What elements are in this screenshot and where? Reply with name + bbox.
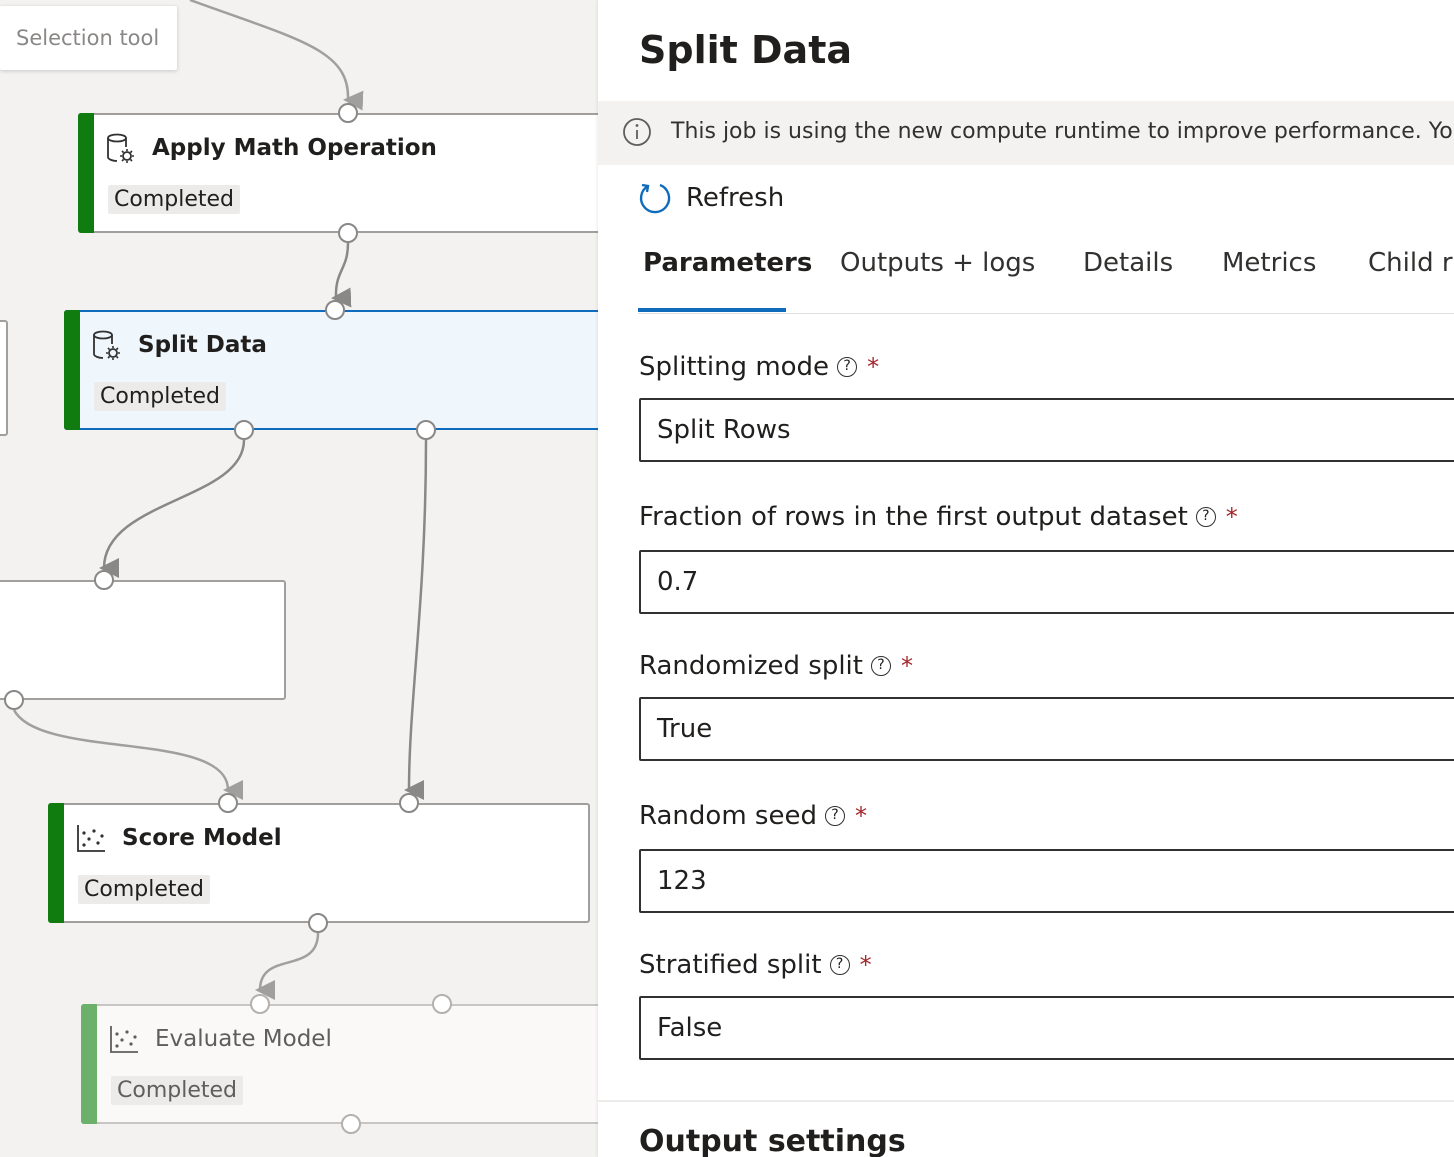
offscreen-node-edge[interactable] [0,320,8,436]
status-bar [48,803,64,923]
status-bar [81,1004,97,1124]
field-label-text: Stratified split [639,950,822,980]
input-port[interactable] [325,300,345,320]
output-port[interactable] [308,913,328,933]
random-seed-field[interactable]: 123 [639,849,1454,913]
section-divider [598,1100,1454,1102]
output-port-left[interactable] [234,420,254,440]
status-badge: Completed [108,185,240,214]
stratified-split-field[interactable]: False [639,996,1454,1060]
required-marker: * [867,353,880,381]
required-marker: * [854,802,867,830]
status-badge: Completed [94,382,226,411]
help-icon[interactable]: ? [829,955,850,975]
required-marker: * [1225,503,1238,531]
output-port[interactable] [4,690,24,710]
tab-child-runs[interactable]: Child ru [1368,248,1454,278]
splitting-mode-field[interactable]: Split Rows [639,398,1454,462]
splitting-mode-label: Splitting mode ? * [639,352,879,382]
input-port[interactable] [338,103,358,123]
node-title: Apply Math Operation [152,135,437,161]
input-port-right[interactable] [432,994,452,1014]
random-seed-label: Random seed ? * [639,801,867,831]
node-split-data[interactable]: Split Data Completed [64,310,598,430]
dataset-gear-icon [107,133,134,163]
tab-metrics[interactable]: Metrics [1222,248,1316,278]
help-icon[interactable]: ? [870,656,891,676]
input-port-left[interactable] [218,793,238,813]
node-title: Split Data [138,332,267,358]
wire-split-left [99,439,246,579]
status-badge: Completed [111,1076,243,1105]
output-port[interactable] [338,223,358,243]
properties-panel: Split Data This job is using the new com… [598,0,1454,1157]
input-port-left[interactable] [250,994,270,1014]
node-evaluate-model[interactable]: Evaluate Model Completed [81,1004,598,1124]
refresh-icon [639,183,671,214]
node-apply-math-operation[interactable]: Apply Math Operation Completed [78,113,598,233]
status-badge: Completed [78,875,210,904]
output-settings-heading[interactable]: Output settings [639,1124,906,1157]
tab-details[interactable]: Details [1083,248,1173,278]
fraction-rows-field[interactable]: 0.7 [639,550,1454,614]
dataset-gear-icon [93,330,120,360]
field-label-text: Fraction of rows in the first output dat… [639,502,1188,532]
help-icon[interactable]: ? [824,806,845,826]
pipeline-canvas[interactable]: Selection tool Apply Math Operation Comp… [0,0,598,1157]
info-icon [623,118,651,146]
output-port[interactable] [341,1114,361,1134]
help-icon[interactable]: ? [837,357,858,377]
tabs-divider [638,313,1454,314]
input-port[interactable] [94,570,114,590]
wire-split-right [404,439,428,801]
wire-top-in [189,0,364,111]
input-port-right[interactable] [399,793,419,813]
selection-tool-tooltip: Selection tool [0,6,177,70]
refresh-label: Refresh [686,183,785,213]
wire-math-split [331,242,352,308]
tab-bar: Parameters Outputs + logs Details Metric… [640,248,1454,314]
randomized-split-label: Randomized split ? * [639,651,913,681]
tab-outputs-logs[interactable]: Outputs + logs [840,248,1035,278]
wire-ghost-score [12,709,244,800]
help-icon[interactable]: ? [1195,507,1216,527]
tab-parameters[interactable]: Parameters [643,248,812,278]
scatter-chart-icon [110,1026,138,1053]
scatter-chart-icon [77,825,105,852]
panel-title: Split Data [639,28,853,72]
node-title: Evaluate Model [155,1026,332,1052]
required-marker: * [859,951,872,979]
field-label-text: Splitting mode [639,352,830,382]
refresh-button[interactable]: Refresh [638,178,784,218]
randomized-split-field[interactable]: True [639,697,1454,761]
active-tab-indicator [638,308,786,312]
offscreen-node[interactable] [0,580,286,700]
field-label-text: Randomized split [639,651,863,681]
field-label-text: Random seed [639,801,817,831]
info-banner: This job is using the new compute runtim… [598,101,1454,165]
banner-text: This job is using the new compute runtim… [671,119,1454,144]
node-score-model[interactable]: Score Model Completed [48,803,590,923]
wire-score-eval [255,932,320,1001]
required-marker: * [900,652,913,680]
output-port-right[interactable] [416,420,436,440]
stratified-split-label: Stratified split ? * [639,950,872,980]
status-bar [78,113,94,233]
fraction-rows-label: Fraction of rows in the first output dat… [639,502,1238,532]
status-bar [64,310,80,430]
node-title: Score Model [122,825,282,851]
